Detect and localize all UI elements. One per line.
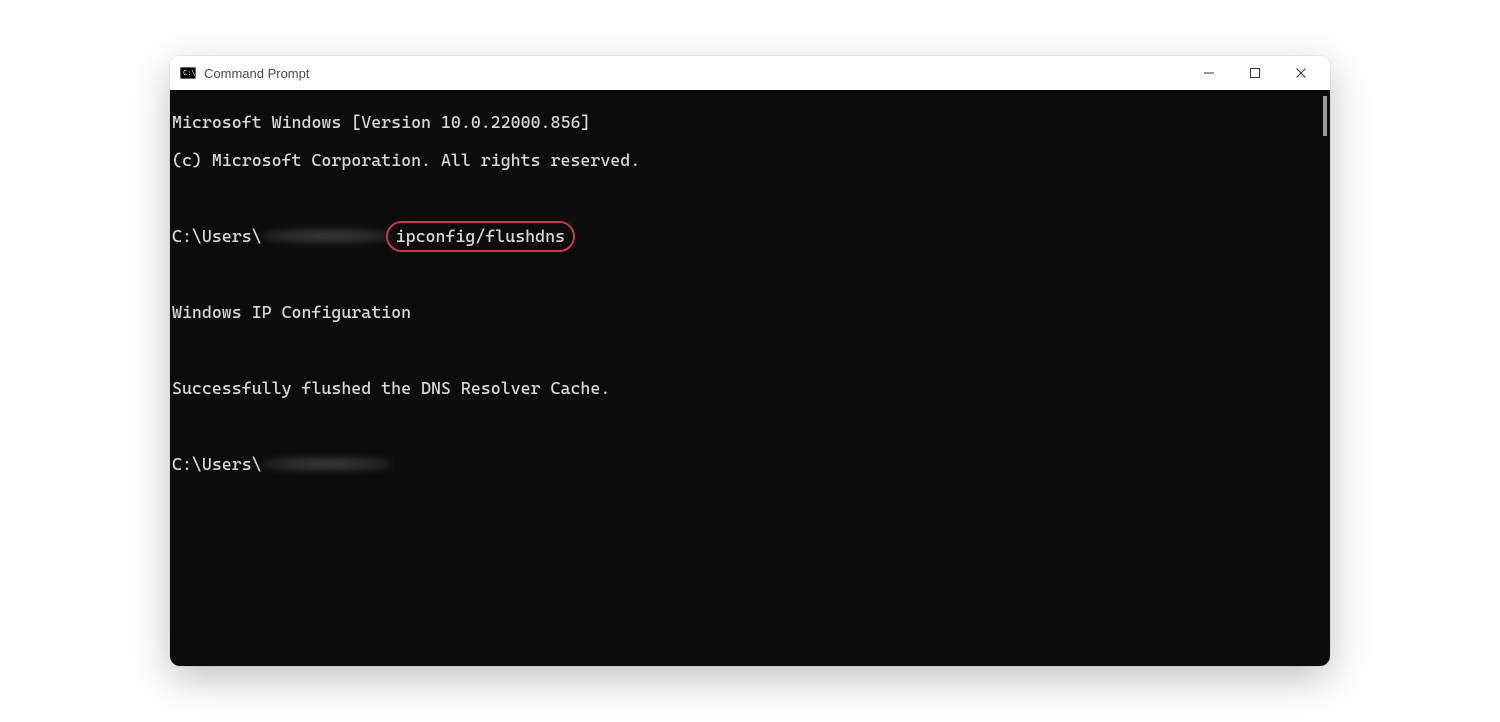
version-line: Microsoft Windows [Version 10.0.22000.85… — [172, 113, 1322, 132]
close-button[interactable] — [1278, 56, 1324, 90]
prompt-line-1: C:\Users\ ipconfig/flushdns — [172, 227, 1322, 246]
copyright-line: (c) Microsoft Corporation. All rights re… — [172, 151, 1322, 170]
output-message: Successfully flushed the DNS Resolver Ca… — [172, 379, 1322, 398]
blank-line — [172, 341, 1322, 360]
minimize-button[interactable] — [1186, 56, 1232, 90]
command-prompt-icon: C:\ — [180, 65, 196, 81]
redacted-username — [262, 456, 392, 472]
blank-line — [172, 417, 1322, 436]
window-controls — [1186, 56, 1324, 90]
terminal-area[interactable]: Microsoft Windows [Version 10.0.22000.85… — [170, 90, 1330, 666]
prompt-path: C:\Users\ — [172, 454, 262, 474]
blank-line — [172, 189, 1322, 208]
svg-text:C:\: C:\ — [183, 69, 196, 77]
command-prompt-window: C:\ Command Prompt Microsoft Windows [Ve… — [170, 56, 1330, 666]
command-text: ipconfig/flushdns — [392, 227, 569, 246]
scrollbar-thumb[interactable] — [1323, 96, 1327, 136]
redacted-username — [262, 228, 392, 244]
window-title: Command Prompt — [204, 66, 309, 81]
titlebar[interactable]: C:\ Command Prompt — [170, 56, 1330, 90]
output-header: Windows IP Configuration — [172, 303, 1322, 322]
maximize-button[interactable] — [1232, 56, 1278, 90]
terminal-output: Microsoft Windows [Version 10.0.22000.85… — [170, 90, 1330, 666]
prompt-line-2: C:\Users\ — [172, 455, 1322, 474]
blank-line — [172, 265, 1322, 284]
prompt-path: C:\Users\ — [172, 226, 262, 246]
